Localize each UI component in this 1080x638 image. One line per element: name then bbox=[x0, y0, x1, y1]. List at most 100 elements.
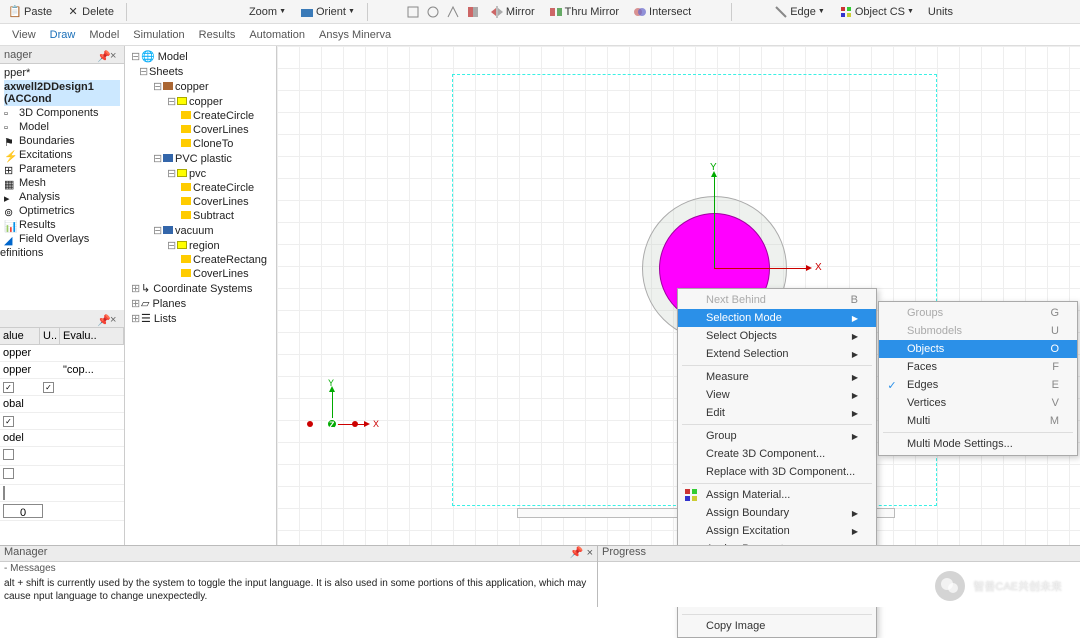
menu-draw[interactable]: Draw bbox=[50, 29, 76, 41]
tree-item[interactable]: ▫3D Components bbox=[4, 106, 120, 120]
mirror-button[interactable]: Mirror bbox=[486, 5, 539, 19]
tree-lists[interactable]: ⊞☰ Lists bbox=[127, 311, 274, 326]
tree-item[interactable]: ▦Mesh bbox=[4, 176, 120, 190]
prop-cell[interactable]: ✓ bbox=[0, 379, 40, 395]
tree-op[interactable]: CreateRectang bbox=[127, 253, 274, 267]
ctx-group[interactable]: Group▶ bbox=[678, 427, 876, 445]
tree-item[interactable]: efinitions bbox=[0, 246, 120, 260]
close-icon[interactable]: × bbox=[587, 547, 593, 559]
col-eval[interactable]: Evalu.. bbox=[60, 328, 124, 344]
intersect-button[interactable]: Intersect bbox=[629, 5, 695, 19]
close-icon[interactable]: × bbox=[110, 50, 120, 60]
ctx-assign-excitation[interactable]: Assign Excitation▶ bbox=[678, 522, 876, 540]
tree-item[interactable]: ▫Model bbox=[4, 120, 120, 134]
tree-pvc-child[interactable]: ⊟pvc bbox=[127, 166, 274, 181]
pin-icon[interactable]: 📌 bbox=[97, 50, 107, 60]
tree-op[interactable]: Subtract bbox=[127, 209, 274, 223]
tree-op[interactable]: CreateCircle bbox=[127, 109, 274, 123]
tool-icon[interactable] bbox=[406, 5, 420, 19]
pin-icon[interactable]: 📌 bbox=[97, 314, 107, 324]
menu-view[interactable]: View bbox=[12, 29, 36, 41]
col-value[interactable]: alue bbox=[0, 328, 40, 344]
tree-copper[interactable]: ⊟copper bbox=[127, 79, 274, 94]
ctx-view[interactable]: View▶ bbox=[678, 386, 876, 404]
tool-icon[interactable] bbox=[426, 5, 440, 19]
tree-item[interactable]: ⚡Excitations bbox=[4, 148, 120, 162]
tree-item[interactable]: ▸Analysis bbox=[4, 190, 120, 204]
prop-cell[interactable]: opper bbox=[0, 362, 40, 378]
model-tree[interactable]: ⊟🌐 Model ⊟Sheets ⊟copper ⊟copper CreateC… bbox=[125, 46, 276, 329]
sub-vertices[interactable]: VerticesV bbox=[879, 394, 1077, 412]
sub-objects[interactable]: ObjectsO bbox=[879, 340, 1077, 358]
tool-icon[interactable] bbox=[446, 5, 460, 19]
tree-op[interactable]: CoverLines bbox=[127, 123, 274, 137]
checkbox[interactable]: ✓ bbox=[3, 382, 14, 393]
units-button[interactable]: Units bbox=[924, 6, 957, 18]
orient-button[interactable]: Orient▼ bbox=[296, 5, 359, 19]
sub-multi-settings[interactable]: Multi Mode Settings... bbox=[879, 435, 1077, 453]
tree-op[interactable]: CreateCircle bbox=[127, 181, 274, 195]
tool-icon[interactable] bbox=[466, 5, 480, 19]
ctx-select-objects[interactable]: Select Objects▶ bbox=[678, 327, 876, 345]
ctx-assign-boundary[interactable]: Assign Boundary▶ bbox=[678, 504, 876, 522]
prop-cell[interactable]: ✓ bbox=[0, 413, 40, 429]
tree-item[interactable]: ◢Field Overlays bbox=[4, 232, 120, 246]
tree-item[interactable]: ⊞Parameters bbox=[4, 162, 120, 176]
menu-minerva[interactable]: Ansys Minerva bbox=[319, 29, 391, 41]
ctx-replace-3d[interactable]: Replace with 3D Component... bbox=[678, 463, 876, 481]
project-tree[interactable]: pper* axwell2DDesign1 (ACCond ▫3D Compon… bbox=[0, 64, 124, 262]
color-swatch[interactable] bbox=[0, 485, 40, 501]
prop-cell[interactable]: opper bbox=[0, 345, 40, 361]
tree-vacuum[interactable]: ⊟vacuum bbox=[127, 223, 274, 238]
zoom-button[interactable]: Zoom▼ bbox=[245, 6, 290, 18]
checkbox[interactable] bbox=[3, 468, 14, 479]
tree-item[interactable]: ⊚Optimetrics bbox=[4, 204, 120, 218]
project-root[interactable]: pper* bbox=[4, 66, 120, 80]
menu-model[interactable]: Model bbox=[89, 29, 119, 41]
transparency-field[interactable]: 0 bbox=[0, 502, 40, 520]
ctx-selection-mode[interactable]: Selection Mode▶ bbox=[678, 309, 876, 327]
tree-planes[interactable]: ⊞▱ Planes bbox=[127, 296, 274, 311]
properties-grid[interactable]: alue U.. Evalu.. opper opper "cop... ✓ ✓ o… bbox=[0, 328, 124, 521]
prop-cell[interactable]: obal bbox=[0, 396, 40, 412]
tree-op[interactable]: CloneTo bbox=[127, 137, 274, 151]
prop-cell[interactable] bbox=[0, 466, 40, 484]
tree-sheets[interactable]: ⊟Sheets bbox=[127, 64, 274, 79]
sub-edges[interactable]: ✓EdgesE bbox=[879, 376, 1077, 394]
tree-item[interactable]: ⚑Boundaries bbox=[4, 134, 120, 148]
paste-button[interactable]: 📋Paste bbox=[4, 5, 56, 19]
ctx-extend-selection[interactable]: Extend Selection▶ bbox=[678, 345, 876, 363]
col-unit[interactable]: U.. bbox=[40, 328, 60, 344]
checkbox[interactable]: ✓ bbox=[3, 416, 14, 427]
tree-op[interactable]: CoverLines bbox=[127, 195, 274, 209]
ctx-assign-material[interactable]: Assign Material... bbox=[678, 486, 876, 504]
delete-button[interactable]: ✕Delete bbox=[62, 5, 118, 19]
sub-multi[interactable]: MultiM bbox=[879, 412, 1077, 430]
prop-cell[interactable]: "cop... bbox=[60, 362, 124, 378]
tree-pvc[interactable]: ⊟PVC plastic bbox=[127, 151, 274, 166]
checkbox[interactable] bbox=[3, 449, 14, 460]
pin-icon[interactable]: 📌 bbox=[570, 547, 584, 559]
prop-cell[interactable] bbox=[0, 447, 40, 465]
tree-op[interactable]: CoverLines bbox=[127, 267, 274, 281]
close-icon[interactable]: × bbox=[110, 314, 120, 324]
ctx-copy-image[interactable]: Copy Image bbox=[678, 617, 876, 635]
tree-region[interactable]: ⊟region bbox=[127, 238, 274, 253]
design-node[interactable]: axwell2DDesign1 (ACCond bbox=[4, 80, 120, 106]
thru-mirror-button[interactable]: Thru Mirror bbox=[545, 5, 623, 19]
ctx-measure[interactable]: Measure▶ bbox=[678, 368, 876, 386]
sub-faces[interactable]: FacesF bbox=[879, 358, 1077, 376]
prop-cell[interactable]: odel bbox=[0, 430, 40, 446]
tree-copper-child[interactable]: ⊟copper bbox=[127, 94, 274, 109]
tree-coord[interactable]: ⊞↳ Coordinate Systems bbox=[127, 281, 274, 296]
menu-simulation[interactable]: Simulation bbox=[133, 29, 184, 41]
prop-cell[interactable]: ✓ bbox=[40, 379, 60, 395]
tree-item[interactable]: 📊Results bbox=[4, 218, 120, 232]
3d-canvas[interactable]: Y X Y X Z Next BehindB Selection Mode▶ S… bbox=[277, 46, 1080, 545]
checkbox[interactable]: ✓ bbox=[43, 382, 54, 393]
edge-button[interactable]: Edge▼ bbox=[770, 5, 829, 19]
ctx-create-3d[interactable]: Create 3D Component... bbox=[678, 445, 876, 463]
ctx-edit[interactable]: Edit▶ bbox=[678, 404, 876, 422]
menu-automation[interactable]: Automation bbox=[249, 29, 305, 41]
object-cs-button[interactable]: Object CS▼ bbox=[835, 5, 918, 19]
